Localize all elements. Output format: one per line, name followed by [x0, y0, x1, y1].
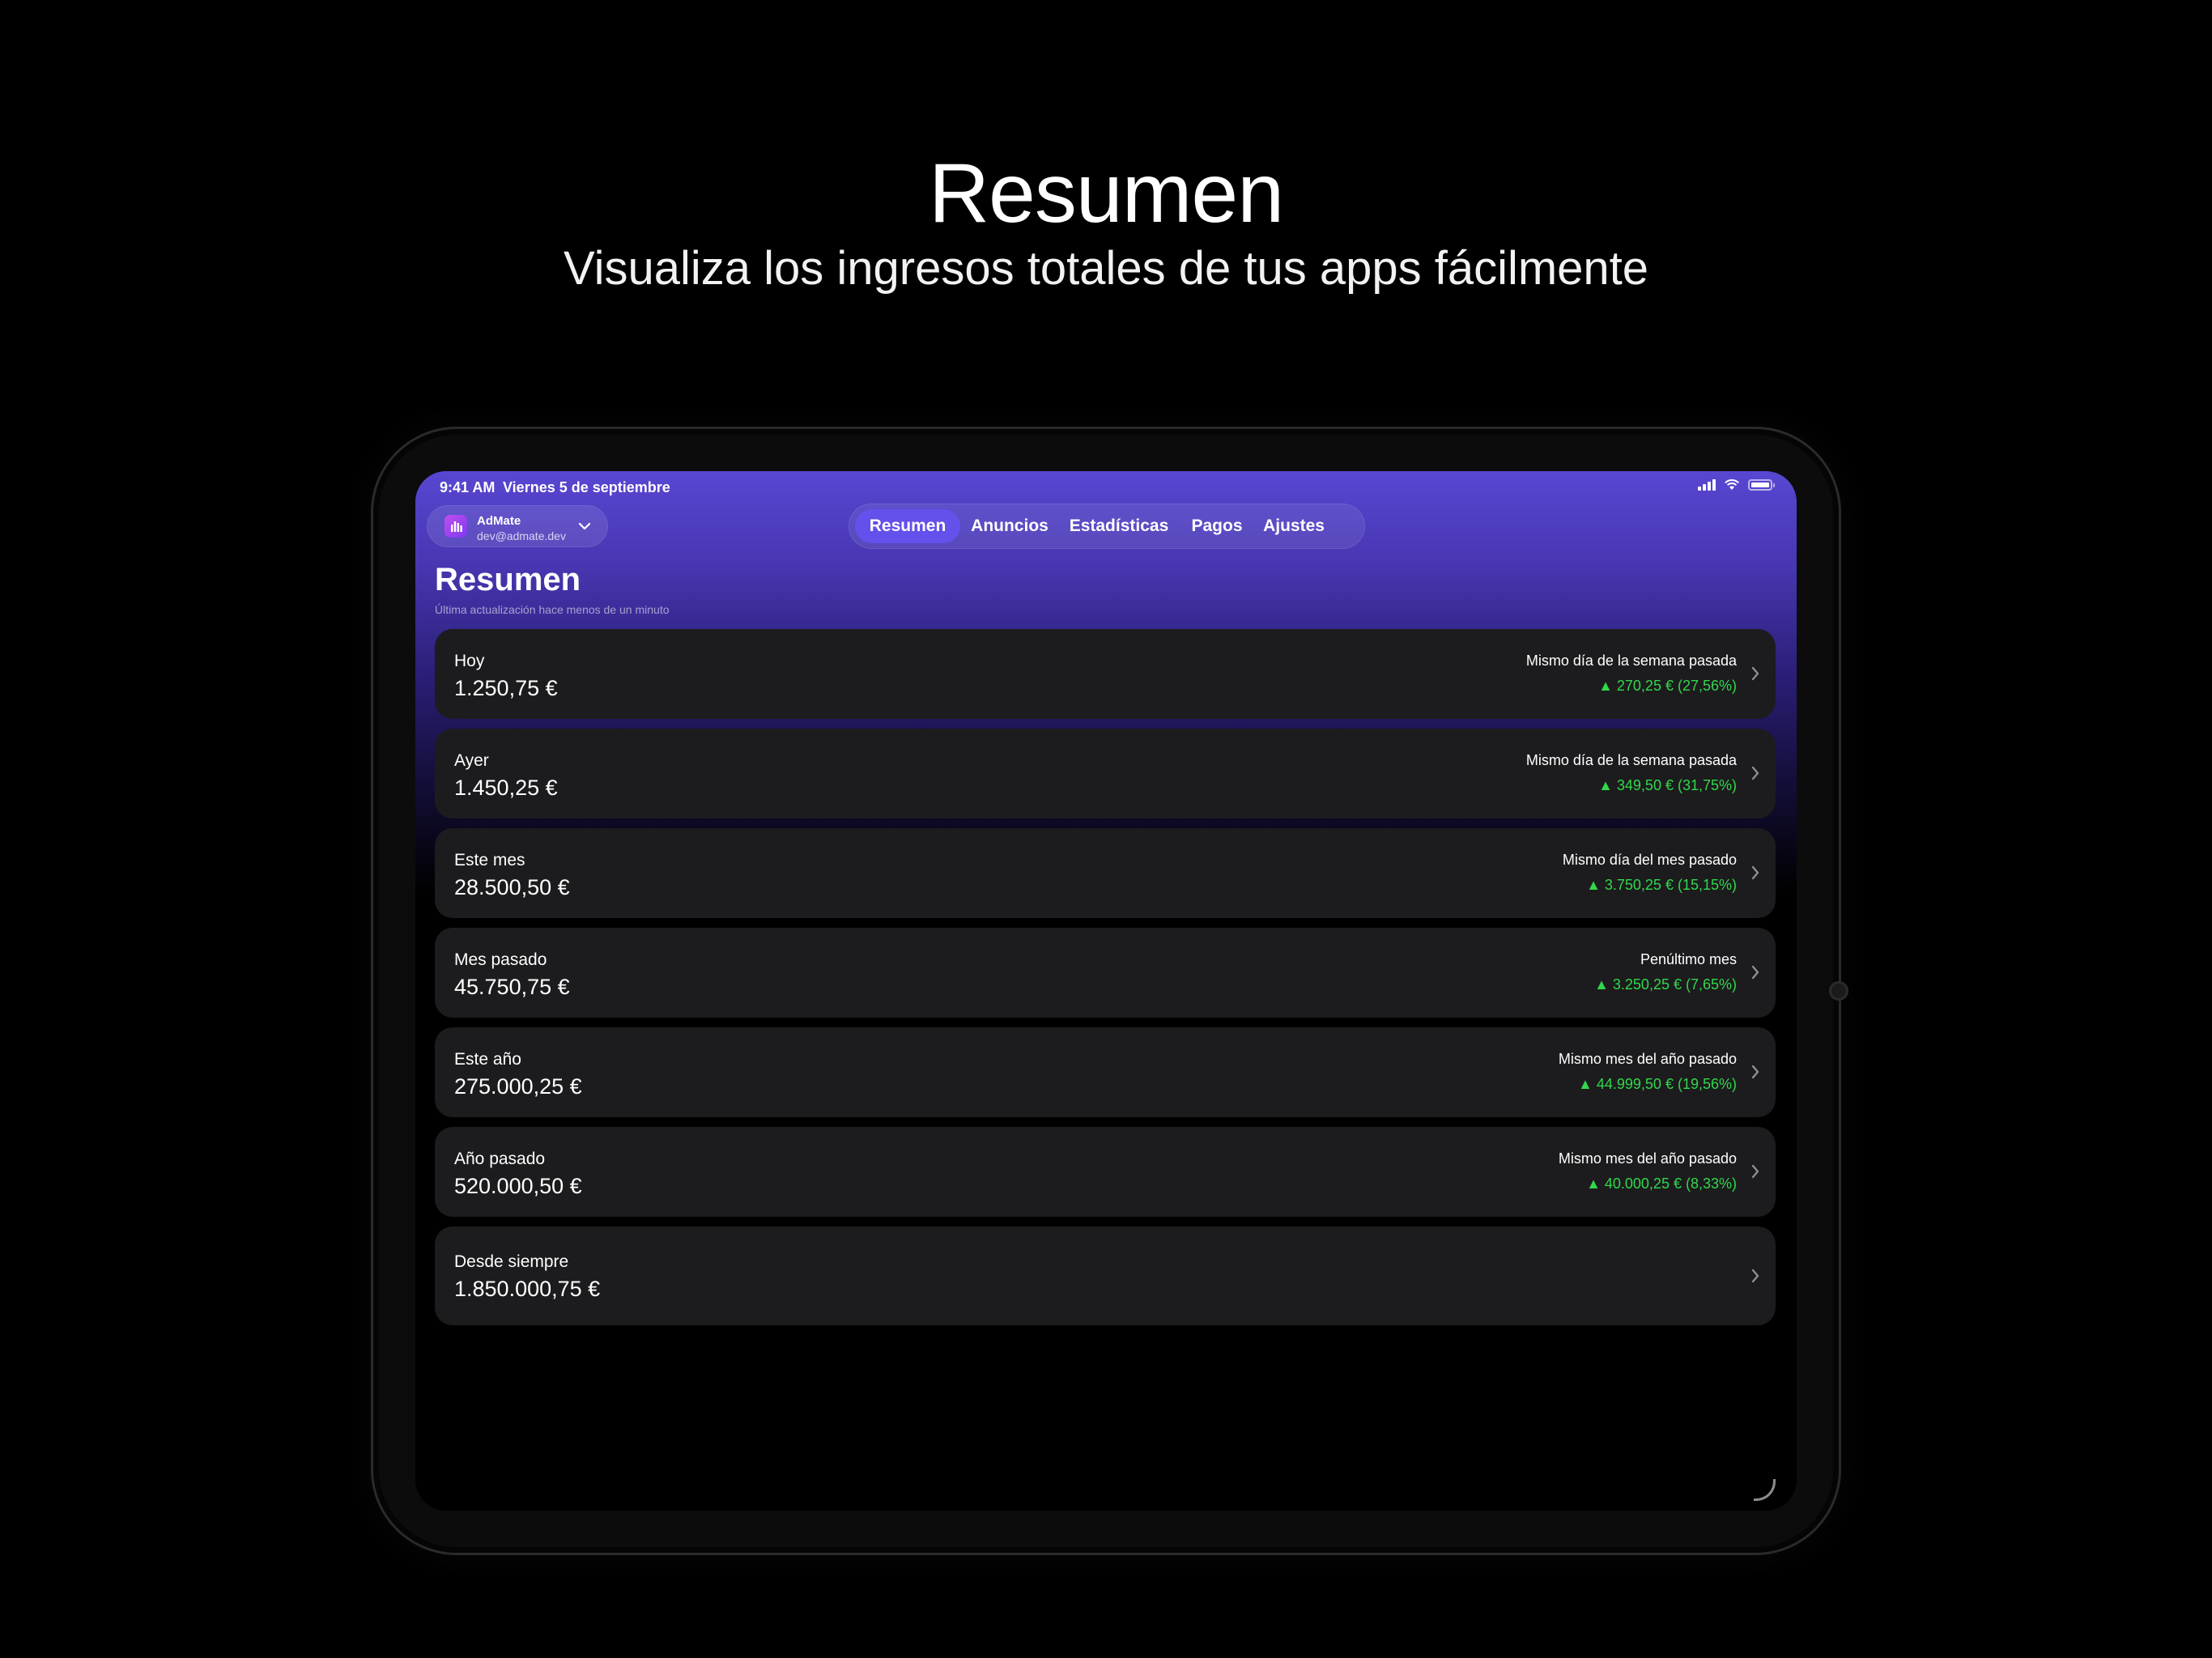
chevron-right-icon: [1751, 766, 1759, 780]
tab-ajustes[interactable]: Ajustes: [1255, 509, 1333, 543]
account-switcher[interactable]: AdMate dev@admate.dev: [427, 505, 608, 547]
card-label: Hoy: [454, 652, 485, 670]
card-label: Desde siempre: [454, 1252, 569, 1271]
card-comparison-label: Penúltimo mes: [1640, 951, 1737, 967]
card-label: Este año: [454, 1050, 521, 1069]
tab-resumen[interactable]: Resumen: [855, 509, 960, 543]
card-comparison-label: Mismo día del mes pasado: [1562, 852, 1737, 868]
card-change: ▲ 3.250,25 € (7,65%): [1594, 976, 1737, 993]
card-value: 1.250,75 €: [454, 676, 558, 700]
card-value: 275.000,25 €: [454, 1074, 582, 1099]
card-value: 28.500,50 €: [454, 875, 570, 899]
status-time: 9:41 AM: [440, 479, 496, 495]
card-value: 45.750,75 €: [454, 975, 570, 999]
chevron-right-icon: [1751, 965, 1759, 980]
card-label: Mes pasado: [454, 950, 547, 969]
card-label: Año pasado: [454, 1150, 546, 1168]
app-screen: 9:41 AM Viernes 5 de septiembre AdMate d…: [415, 471, 1797, 1511]
tab-anuncios[interactable]: Anuncios: [965, 509, 1054, 543]
card-change: ▲ 349,50 € (31,75%): [1598, 777, 1737, 793]
card-change: ▲ 44.999,50 € (19,56%): [1578, 1076, 1737, 1092]
card-comparison-label: Mismo mes del año pasado: [1558, 1150, 1737, 1167]
card-change: ▲ 270,25 € (27,56%): [1598, 678, 1737, 694]
marketing-title: Resumen: [928, 147, 1284, 240]
camera-icon: [1831, 984, 1846, 998]
revenue-card-este-ano[interactable]: Este año 275.000,25 € Mismo mes del año …: [435, 1027, 1776, 1117]
card-label: Este mes: [454, 851, 525, 869]
chevron-right-icon: [1751, 666, 1759, 681]
card-change: ▲ 3.750,25 € (15,15%): [1586, 877, 1737, 893]
card-change: ▲ 40.000,25 € (8,33%): [1586, 1175, 1737, 1192]
card-value: 520.000,50 €: [454, 1174, 582, 1198]
last-updated-text: Última actualización hace menos de un mi…: [435, 603, 670, 616]
card-label: Ayer: [454, 751, 489, 770]
card-comparison-label: Mismo día de la semana pasada: [1525, 653, 1737, 669]
revenue-card-mes-pasado[interactable]: Mes pasado 45.750,75 € Penúltimo mes ▲ 3…: [435, 928, 1776, 1018]
card-value: 1.450,25 €: [454, 776, 558, 800]
cellular-signal-icon: [1698, 479, 1716, 491]
revenue-card-hoy[interactable]: Hoy 1.250,75 € Mismo día de la semana pa…: [435, 629, 1776, 719]
tab-bar: Resumen Anuncios Estadísticas Pagos Ajus…: [849, 504, 1365, 549]
tab-estadisticas[interactable]: Estadísticas: [1059, 509, 1179, 543]
app-logo-icon: [445, 515, 467, 538]
chevron-down-icon: [578, 522, 591, 530]
chevron-right-icon: [1751, 865, 1759, 880]
status-icons: [1698, 479, 1775, 491]
battery-icon: [1748, 479, 1775, 491]
status-bar: 9:41 AM Viernes 5 de septiembre: [415, 471, 1797, 504]
account-email: dev@admate.dev: [477, 529, 566, 542]
revenue-card-ayer[interactable]: Ayer 1.450,25 € Mismo día de la semana p…: [435, 729, 1776, 818]
tab-pagos[interactable]: Pagos: [1184, 509, 1250, 543]
card-comparison-label: Mismo mes del año pasado: [1558, 1051, 1737, 1067]
chevron-right-icon: [1751, 1164, 1759, 1179]
screen-corner-indicator: [1754, 1479, 1776, 1501]
card-value: 1.850.000,75 €: [454, 1277, 601, 1301]
marketing-subtitle: Visualiza los ingresos totales de tus ap…: [563, 242, 1649, 295]
wifi-icon: [1725, 479, 1739, 490]
revenue-card-desde-siempre[interactable]: Desde siempre 1.850.000,75 €: [435, 1226, 1776, 1325]
revenue-card-este-mes[interactable]: Este mes 28.500,50 € Mismo día del mes p…: [435, 828, 1776, 918]
chevron-right-icon: [1751, 1269, 1759, 1283]
page-title: Resumen: [435, 562, 581, 597]
ipad-frame: 9:41 AM Viernes 5 de septiembre AdMate d…: [371, 427, 1846, 1555]
card-comparison-label: Mismo día de la semana pasada: [1525, 752, 1737, 768]
revenue-card-ano-pasado[interactable]: Año pasado 520.000,50 € Mismo mes del añ…: [435, 1127, 1776, 1217]
account-app-name: AdMate: [477, 514, 521, 528]
status-date: Viernes 5 de septiembre: [503, 479, 670, 495]
chevron-right-icon: [1751, 1065, 1759, 1079]
